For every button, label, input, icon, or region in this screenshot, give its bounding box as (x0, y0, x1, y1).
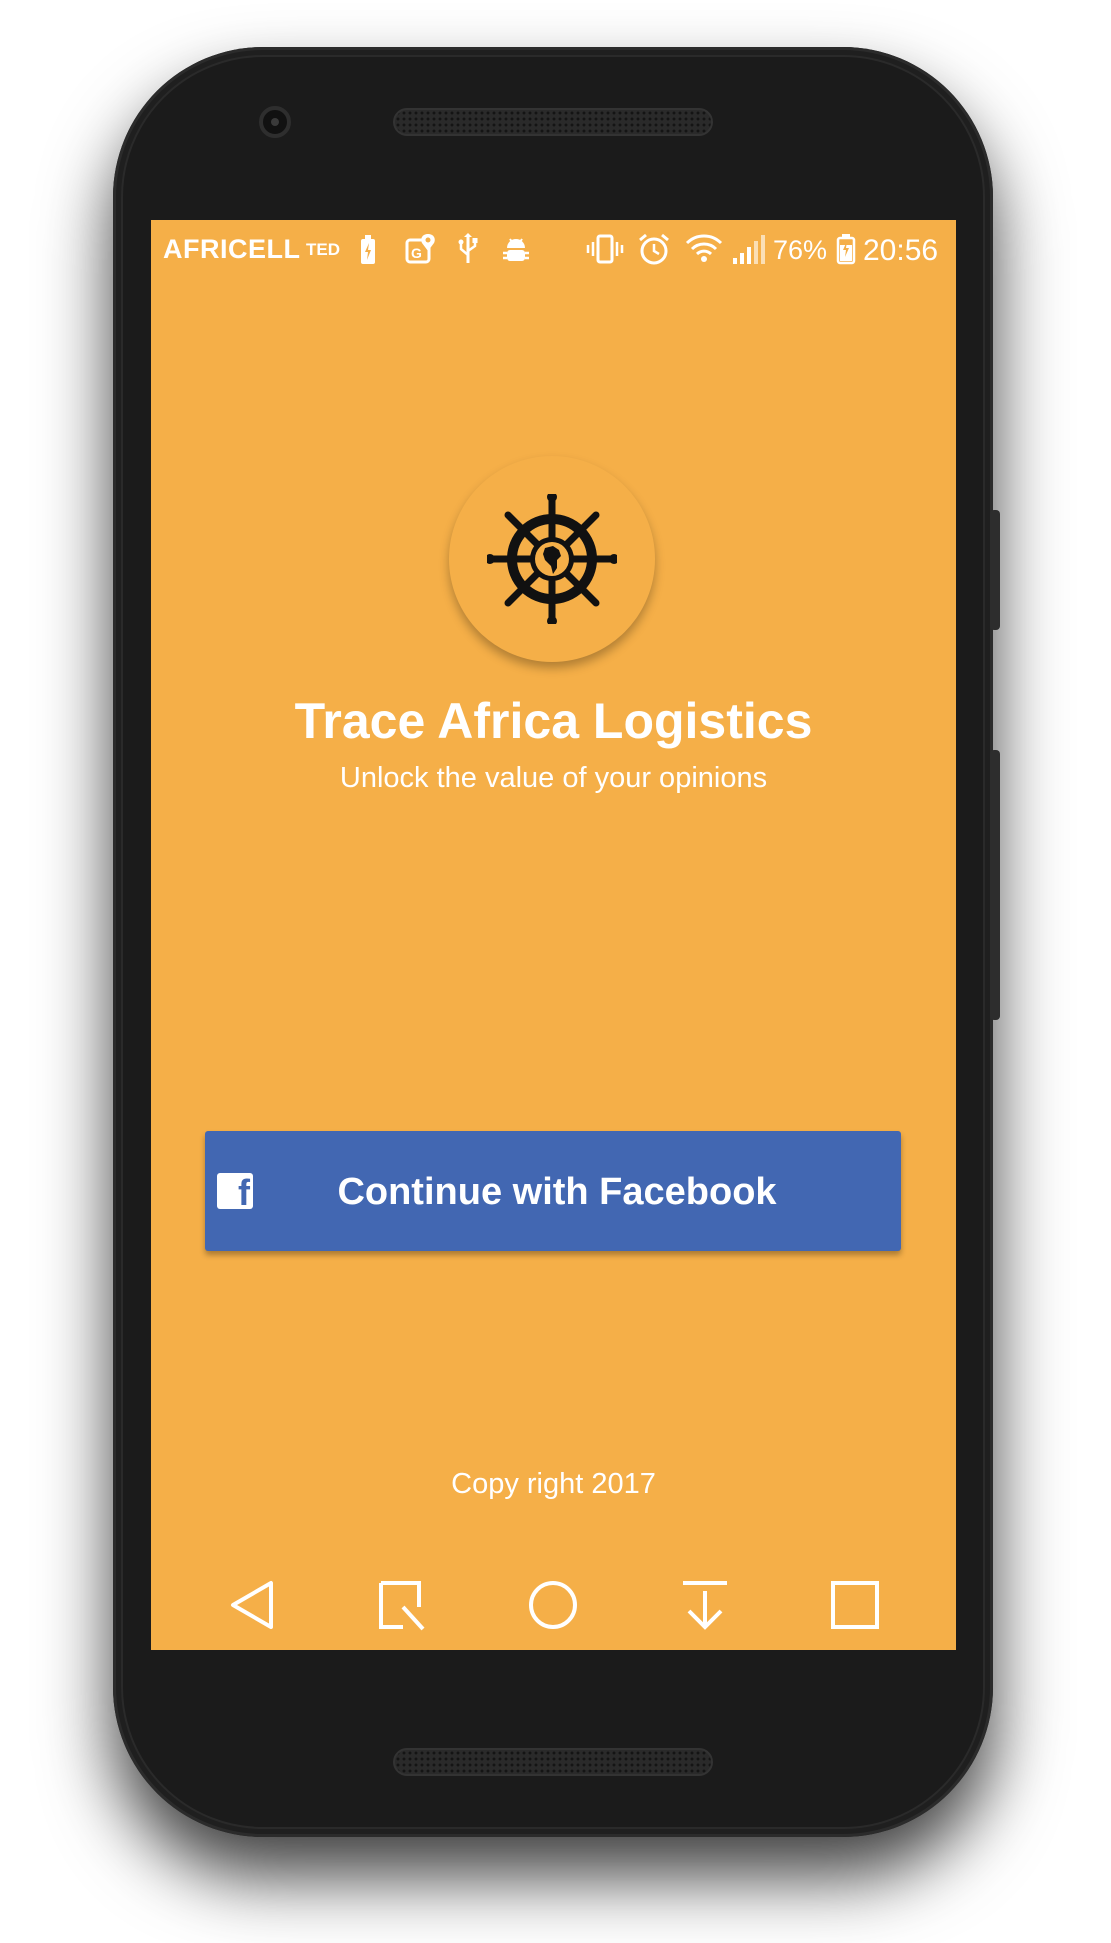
battery-icon (836, 234, 856, 265)
volume-button (990, 750, 1000, 1020)
back-icon[interactable] (225, 1577, 281, 1633)
screenshot-icon[interactable] (373, 1577, 429, 1633)
status-bar: AFRICELL TED G 76% 20:56 (151, 220, 956, 278)
home-icon[interactable] (525, 1577, 581, 1633)
android-debug-icon (503, 238, 529, 261)
battery-charging-icon (361, 235, 375, 264)
download-icon[interactable] (677, 1577, 733, 1633)
ted-label: TED (306, 240, 340, 259)
app-subtitle: Unlock the value of your opinions (339, 762, 768, 794)
recents-icon[interactable] (827, 1577, 883, 1633)
clock: 20:56 (863, 234, 939, 267)
ship-wheel-africa-icon (487, 494, 617, 624)
carrier-name: AFRICELL (163, 234, 301, 264)
svg-text:G: G (411, 245, 422, 261)
copyright-text: Copy right 2017 (451, 1468, 656, 1500)
front-camera (259, 106, 291, 138)
continue-with-facebook-button[interactable]: f Continue with Facebook (205, 1131, 901, 1251)
navigation-bar (151, 1555, 956, 1645)
vibrate-icon (586, 234, 624, 264)
usb-icon (458, 233, 478, 263)
facebook-button-label: Continue with Facebook (337, 1171, 777, 1213)
alarm-icon (639, 233, 669, 265)
app-title: Trace Africa Logistics (294, 693, 813, 749)
screen: AFRICELL TED G 76% 20:56 Trace Africa Lo… (151, 220, 956, 1650)
wifi-icon (685, 234, 723, 262)
maps-icon: G (405, 234, 435, 264)
top-speaker (393, 108, 713, 136)
battery-percent: 76% (773, 235, 828, 265)
app-logo (449, 456, 655, 662)
signal-icon (733, 235, 765, 264)
bottom-speaker (393, 1748, 713, 1776)
power-button (990, 510, 1000, 630)
